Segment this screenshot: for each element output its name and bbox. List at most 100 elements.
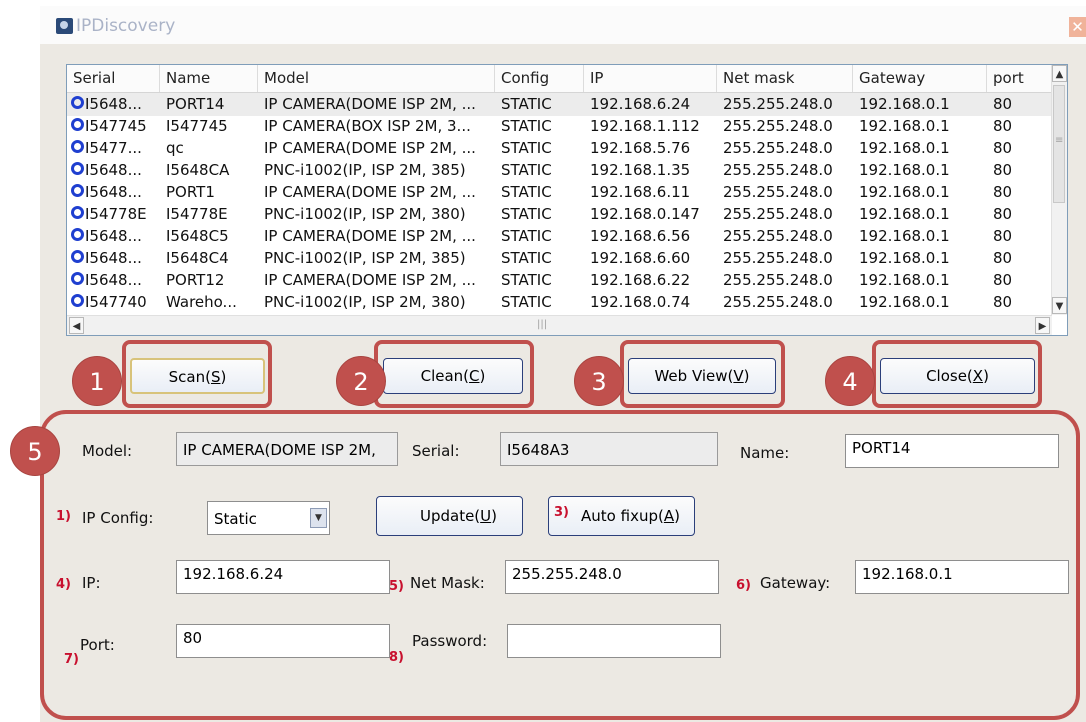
table-row[interactable]: I54778E I54778E PNC-i1002(IP, ISP 2M, 380)… bbox=[67, 203, 1052, 226]
cell-mask: 255.255.248.0 bbox=[723, 205, 833, 223]
cell-serial: I547745 bbox=[85, 117, 147, 135]
cell-config: STATIC bbox=[501, 117, 552, 135]
password-field[interactable] bbox=[507, 624, 721, 658]
cell-model: PNC-i1002(IP, ISP 2M, 380) bbox=[264, 205, 466, 223]
clean-button[interactable]: Clean(C) bbox=[383, 358, 523, 394]
table-row[interactable]: I5648... I5648C4 PNC-i1002(IP, ISP 2M, 385… bbox=[67, 247, 1052, 270]
port-label: Port: bbox=[80, 636, 115, 654]
cell-mask: 255.255.248.0 bbox=[723, 117, 833, 135]
column-header-netmask[interactable]: Net mask bbox=[717, 65, 853, 92]
device-list[interactable]: Serial Name Model Config IP Net mask Gat… bbox=[66, 64, 1068, 336]
marker-3: 3) bbox=[554, 505, 569, 520]
marker-8: 8) bbox=[389, 650, 404, 665]
title-bar: IPDiscovery ✕ bbox=[40, 6, 1086, 44]
ip-label: IP: bbox=[82, 574, 101, 592]
cell-name: I5648CA bbox=[166, 161, 230, 179]
cell-gateway: 192.168.0.1 bbox=[859, 95, 950, 113]
device-status-icon bbox=[71, 96, 84, 109]
column-header-model[interactable]: Model bbox=[258, 65, 495, 92]
ip-field[interactable]: 192.168.6.24 bbox=[176, 560, 390, 594]
scroll-down-icon[interactable]: ▼ bbox=[1052, 297, 1067, 314]
scroll-right-icon[interactable]: ▶ bbox=[1035, 317, 1050, 334]
table-row[interactable]: I547740 Wareho... PNC-i1002(IP, ISP 2M, 38… bbox=[67, 291, 1052, 314]
window-title: IPDiscovery bbox=[76, 16, 176, 36]
cell-port: 80 bbox=[993, 227, 1013, 245]
table-row[interactable]: I5477... qc IP CAMERA(DOME ISP 2M, ... STAT… bbox=[67, 137, 1052, 160]
net-mask-field[interactable]: 255.255.248.0 bbox=[505, 560, 719, 594]
cell-serial: I547740 bbox=[85, 293, 147, 311]
update-button[interactable]: Update(U) bbox=[376, 496, 523, 536]
column-header-gateway[interactable]: Gateway bbox=[853, 65, 987, 92]
close-window-icon[interactable]: ✕ bbox=[1069, 17, 1086, 37]
auto-fixup-button[interactable]: Auto fixup(A) bbox=[548, 496, 695, 536]
close-button[interactable]: Close(X) bbox=[880, 358, 1035, 394]
model-label: Model: bbox=[82, 442, 133, 460]
device-status-icon bbox=[71, 140, 84, 153]
list-rows: I5648... PORT14 IP CAMERA(DOME ISP 2M, ...… bbox=[67, 93, 1052, 315]
cell-gateway: 192.168.0.1 bbox=[859, 117, 950, 135]
cell-config: STATIC bbox=[501, 227, 552, 245]
table-row[interactable]: I5648... PORT12 IP CAMERA(DOME ISP 2M, ...… bbox=[67, 269, 1052, 292]
cell-name: I5648C5 bbox=[166, 227, 229, 245]
cell-config: STATIC bbox=[501, 95, 552, 113]
app-icon bbox=[56, 18, 73, 34]
cell-config: STATIC bbox=[501, 205, 552, 223]
cell-gateway: 192.168.0.1 bbox=[859, 161, 950, 179]
cell-config: STATIC bbox=[501, 161, 552, 179]
cell-mask: 255.255.248.0 bbox=[723, 161, 833, 179]
callout-badge-2: 2 bbox=[336, 356, 386, 406]
table-row[interactable]: I547745 I547745 IP CAMERA(BOX ISP 2M, 3...… bbox=[67, 115, 1052, 138]
scan-button[interactable]: Scan(S) bbox=[130, 358, 265, 394]
port-field[interactable]: 80 bbox=[176, 624, 390, 658]
cell-model: IP CAMERA(DOME ISP 2M, ... bbox=[264, 139, 476, 157]
cell-serial: I5477... bbox=[85, 139, 142, 157]
cell-port: 80 bbox=[993, 271, 1013, 289]
cell-serial: I5648... bbox=[85, 183, 142, 201]
cell-gateway: 192.168.0.1 bbox=[859, 293, 950, 311]
cell-mask: 255.255.248.0 bbox=[723, 249, 833, 267]
cell-ip: 192.168.1.35 bbox=[590, 161, 691, 179]
cell-config: STATIC bbox=[501, 249, 552, 267]
horizontal-scrollbar[interactable]: ◀ ||| ▶ bbox=[67, 315, 1052, 335]
net-mask-label: Net Mask: bbox=[410, 574, 485, 592]
callout-badge-5: 5 bbox=[10, 426, 60, 476]
cell-serial: I5648... bbox=[85, 249, 142, 267]
ip-config-select[interactable]: Static ▼ bbox=[207, 501, 330, 535]
marker-4: 4) bbox=[56, 577, 71, 592]
column-header-port[interactable]: port bbox=[987, 65, 1052, 92]
dropdown-arrow-icon[interactable]: ▼ bbox=[310, 508, 327, 528]
marker-6: 6) bbox=[736, 578, 751, 593]
name-field[interactable]: PORT14 bbox=[845, 434, 1059, 468]
scroll-up-icon[interactable]: ▲ bbox=[1052, 65, 1067, 82]
table-row[interactable]: I5648... I5648C5 IP CAMERA(DOME ISP 2M, ..… bbox=[67, 225, 1052, 248]
gateway-field[interactable]: 192.168.0.1 bbox=[855, 560, 1069, 594]
cell-port: 80 bbox=[993, 205, 1013, 223]
column-header-name[interactable]: Name bbox=[160, 65, 258, 92]
cell-model: IP CAMERA(DOME ISP 2M, ... bbox=[264, 227, 476, 245]
hscroll-grip-icon: ||| bbox=[537, 319, 548, 330]
column-header-serial[interactable]: Serial bbox=[67, 65, 160, 92]
web-view-button[interactable]: Web View(V) bbox=[628, 358, 776, 394]
table-row[interactable]: I5648... I5648CA PNC-i1002(IP, ISP 2M, 385… bbox=[67, 159, 1052, 182]
vertical-scrollbar[interactable]: ▲ ≡ ▼ bbox=[1051, 65, 1067, 315]
cell-ip: 192.168.6.11 bbox=[590, 183, 691, 201]
cell-model: IP CAMERA(DOME ISP 2M, ... bbox=[264, 183, 476, 201]
device-status-icon bbox=[71, 250, 84, 263]
table-row[interactable]: I5648... PORT1 IP CAMERA(DOME ISP 2M, ... S… bbox=[67, 181, 1052, 204]
cell-mask: 255.255.248.0 bbox=[723, 183, 833, 201]
cell-name: I54778E bbox=[166, 205, 228, 223]
column-header-config[interactable]: Config bbox=[495, 65, 584, 92]
scroll-left-icon[interactable]: ◀ bbox=[69, 317, 84, 334]
marker-5: 5) bbox=[389, 579, 404, 594]
cell-serial: I5648... bbox=[85, 95, 142, 113]
cell-mask: 255.255.248.0 bbox=[723, 139, 833, 157]
cell-serial: I5648... bbox=[85, 271, 142, 289]
cell-mask: 255.255.248.0 bbox=[723, 293, 833, 311]
device-status-icon bbox=[71, 228, 84, 241]
cell-gateway: 192.168.0.1 bbox=[859, 227, 950, 245]
name-label: Name: bbox=[740, 444, 790, 462]
cell-serial: I5648... bbox=[85, 161, 142, 179]
column-header-ip[interactable]: IP bbox=[584, 65, 717, 92]
table-row[interactable]: I5648... PORT14 IP CAMERA(DOME ISP 2M, ...… bbox=[67, 93, 1052, 116]
device-status-icon bbox=[71, 118, 84, 131]
